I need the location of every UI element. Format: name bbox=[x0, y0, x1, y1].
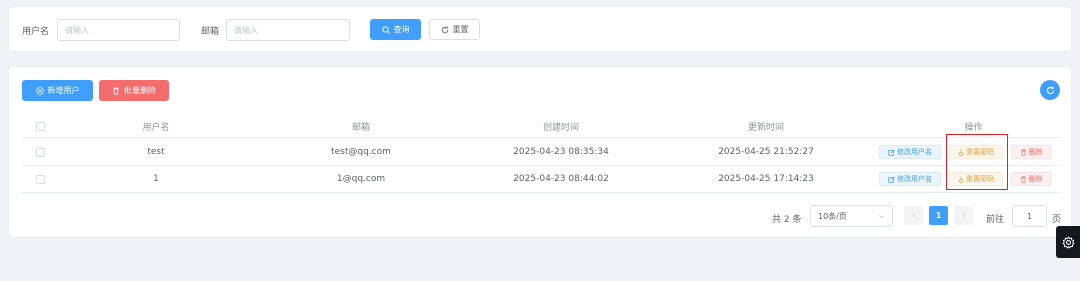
refresh-icon bbox=[441, 25, 448, 33]
created-cell: 2025-04-23 08:44:02 bbox=[513, 174, 609, 184]
table-row: 1 1@qq.com 2025-04-23 08:44:02 2025-04-2… bbox=[21, 166, 1061, 193]
row-checkbox[interactable] bbox=[35, 174, 45, 184]
query-button-label: 查询 bbox=[393, 25, 410, 34]
edit-icon bbox=[888, 175, 895, 183]
chevron-right-icon bbox=[962, 213, 965, 218]
edit-username-label: 修改用户名 bbox=[897, 148, 932, 156]
username-cell: 1 bbox=[153, 174, 159, 184]
row-select-cell bbox=[33, 139, 47, 165]
page-size-value: 10条/页 bbox=[818, 211, 847, 221]
gear-icon bbox=[1062, 236, 1074, 248]
trash-icon bbox=[1020, 149, 1026, 156]
delete-label: 删除 bbox=[1028, 175, 1043, 183]
plus-circle-icon bbox=[35, 86, 44, 95]
email-cell: test@qq.com bbox=[331, 147, 391, 157]
row-select-cell bbox=[33, 166, 47, 192]
edit-username-button[interactable]: 修改用户名 bbox=[879, 145, 941, 159]
column-header: 用户名 bbox=[142, 122, 170, 133]
highlight-box bbox=[946, 134, 1008, 190]
table-row: test test@qq.com 2025-04-23 08:35:34 202… bbox=[21, 139, 1061, 166]
created-cell: 2025-04-23 08:35:34 bbox=[513, 147, 609, 157]
prev-page-button[interactable] bbox=[904, 206, 923, 225]
settings-float-button[interactable] bbox=[1056, 226, 1080, 258]
page-size-select[interactable]: 10条/页 bbox=[810, 205, 893, 227]
delete-button[interactable]: 删除 bbox=[1011, 145, 1051, 159]
trash-icon bbox=[113, 87, 119, 95]
column-header: 邮箱 bbox=[351, 122, 370, 133]
updated-cell: 2025-04-25 21:52:27 bbox=[718, 147, 814, 157]
total-count: 共 2 条 bbox=[772, 215, 802, 225]
reset-button-label: 重置 bbox=[452, 25, 469, 34]
query-button[interactable]: 查询 bbox=[370, 19, 421, 40]
delete-button[interactable]: 删除 bbox=[1011, 172, 1051, 186]
column-header: 创建时间 bbox=[542, 122, 579, 133]
goto-label: 前往 bbox=[986, 215, 1005, 225]
page-number-button[interactable]: 1 bbox=[929, 206, 948, 225]
batch-delete-label: 批量删除 bbox=[124, 86, 156, 95]
edit-icon bbox=[888, 148, 895, 156]
trash-icon bbox=[1020, 176, 1026, 183]
email-input[interactable] bbox=[226, 19, 350, 41]
updated-cell: 2025-04-25 17:14:23 bbox=[718, 174, 814, 184]
username-input[interactable] bbox=[57, 19, 180, 41]
chevron-left-icon bbox=[912, 213, 915, 218]
column-header: 更新时间 bbox=[747, 122, 784, 133]
username-cell: test bbox=[147, 147, 165, 157]
edit-username-button[interactable]: 修改用户名 bbox=[879, 172, 941, 186]
add-user-button[interactable]: 新增用户 bbox=[22, 80, 93, 101]
next-page-button[interactable] bbox=[954, 206, 973, 225]
refresh-table-button[interactable] bbox=[1040, 80, 1060, 100]
refresh-icon bbox=[1046, 86, 1054, 94]
row-checkbox[interactable] bbox=[35, 147, 45, 157]
page-suffix: 页 bbox=[1052, 215, 1062, 225]
email-label: 邮箱 bbox=[201, 27, 220, 37]
username-label: 用户名 bbox=[22, 27, 50, 37]
delete-label: 删除 bbox=[1028, 148, 1043, 156]
table-header: 用户名 邮箱 创建时间 更新时间 操作 bbox=[21, 115, 1061, 138]
add-user-label: 新增用户 bbox=[47, 86, 80, 95]
chevron-down-icon bbox=[879, 214, 884, 218]
reset-button[interactable]: 重置 bbox=[429, 19, 480, 40]
search-panel: 用户名 邮箱 查询 重置 bbox=[8, 6, 1072, 52]
goto-page-input[interactable]: 1 bbox=[1012, 205, 1047, 227]
user-table-panel: 新增用户 批量删除 用户名 邮箱 创建时间 更新时间 操作 test test@… bbox=[8, 66, 1072, 238]
email-cell: 1@qq.com bbox=[336, 174, 386, 184]
edit-username-label: 修改用户名 bbox=[897, 175, 932, 183]
select-all-cell bbox=[33, 115, 47, 137]
search-icon bbox=[381, 25, 390, 34]
batch-delete-button[interactable]: 批量删除 bbox=[99, 80, 169, 101]
select-all-checkbox[interactable] bbox=[35, 121, 45, 131]
